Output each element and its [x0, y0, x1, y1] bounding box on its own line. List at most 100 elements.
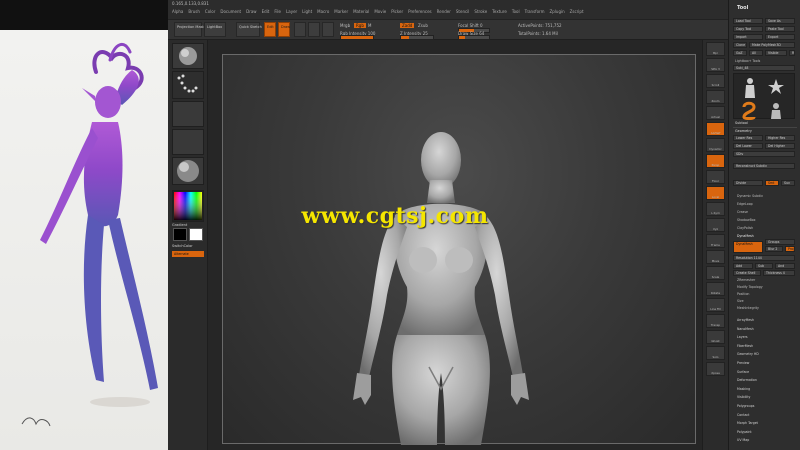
- dynamesh-button[interactable]: DynaMesh: [733, 241, 763, 253]
- current-tool-slider[interactable]: Suki_48: [733, 65, 795, 71]
- del-higher-button[interactable]: Del Higher: [765, 143, 795, 149]
- lightbox-tools-label[interactable]: Lightbox+ Tools: [735, 59, 760, 63]
- menu-picker[interactable]: Picker: [391, 9, 403, 14]
- floor-button[interactable]: Floor: [706, 170, 725, 184]
- menu-render[interactable]: Render: [437, 9, 451, 14]
- zadd-toggle[interactable]: Zadd: [400, 23, 415, 28]
- sdiv-slider[interactable]: SDiv: [733, 151, 795, 157]
- crease-section[interactable]: Crease: [737, 210, 748, 214]
- lightbox-button[interactable]: LightBox: [204, 22, 226, 37]
- nanomesh-section[interactable]: NanoMesh: [737, 325, 759, 334]
- material-selector[interactable]: [172, 157, 204, 185]
- persp-button[interactable]: Persp: [706, 154, 725, 168]
- menu-preferences[interactable]: Preferences: [408, 9, 432, 14]
- polypaint-section[interactable]: Polypaint: [737, 428, 759, 437]
- zsub-toggle[interactable]: Zsub: [418, 23, 428, 28]
- lsym-button[interactable]: L.Sym: [706, 202, 725, 216]
- groups-polish-button[interactable]: Groups: [765, 239, 795, 245]
- divide-button[interactable]: Divide: [733, 180, 763, 186]
- quick-sketch-button[interactable]: Quick Sketch: [236, 22, 262, 37]
- geometry-hd-section[interactable]: Geometry HD: [737, 350, 759, 359]
- deformation-section[interactable]: Deformation: [737, 376, 759, 385]
- copy-tool-button[interactable]: Copy Tool: [733, 26, 763, 32]
- make-polymesh-button[interactable]: Make PolyMesh3D: [749, 42, 795, 48]
- menu-movie[interactable]: Movie: [374, 9, 386, 14]
- alternate-button[interactable]: Alternate: [172, 251, 204, 257]
- menu-file[interactable]: File: [274, 9, 281, 14]
- menu-stencil[interactable]: Stencil: [456, 9, 470, 14]
- smt-toggle[interactable]: Smt: [765, 180, 779, 186]
- shadowbox-section[interactable]: ShadowBox: [737, 218, 756, 222]
- menu-document[interactable]: Document: [220, 9, 241, 14]
- suv-toggle[interactable]: Suv: [781, 180, 795, 186]
- menu-layer[interactable]: Layer: [286, 9, 297, 14]
- import-button[interactable]: Import: [733, 34, 763, 40]
- local-button[interactable]: Local: [706, 186, 725, 200]
- brush-selector[interactable]: [172, 43, 204, 69]
- size-section[interactable]: Size: [737, 299, 744, 303]
- paste-tool-button[interactable]: Paste Tool: [765, 26, 795, 32]
- menu-material[interactable]: Material: [353, 9, 369, 14]
- dynamic-button[interactable]: Dynamic: [706, 138, 725, 152]
- modify-topology-section[interactable]: Modify Topology: [737, 285, 763, 289]
- xyz-button[interactable]: Xyz: [706, 218, 725, 232]
- menu-marker[interactable]: Marker: [334, 9, 348, 14]
- uv-map-section[interactable]: UV Map: [737, 436, 759, 445]
- menu-draw[interactable]: Draw: [246, 9, 256, 14]
- visible-button[interactable]: Visible: [765, 50, 787, 56]
- menu-color[interactable]: Color: [205, 9, 215, 14]
- aahalf-button[interactable]: AAHalf: [706, 122, 725, 136]
- menu-texture[interactable]: Texture: [492, 9, 507, 14]
- m-toggle[interactable]: M: [368, 23, 371, 28]
- lower-res-button[interactable]: Lower Res: [733, 135, 763, 141]
- polygroups-section[interactable]: Polygroups: [737, 402, 759, 411]
- edgeloop-section[interactable]: EdgeLoop: [737, 202, 753, 206]
- and-button[interactable]: And: [775, 263, 795, 269]
- edit-button[interactable]: Edit: [264, 22, 276, 37]
- projection-master-button[interactable]: Projection Master: [174, 22, 207, 37]
- solo-button[interactable]: Solo: [706, 346, 725, 360]
- move-mode-button[interactable]: [294, 22, 306, 37]
- menu-stroke[interactable]: Stroke: [474, 9, 487, 14]
- claypolish-section[interactable]: ClayPolish: [737, 226, 753, 230]
- export-button[interactable]: Export: [765, 34, 795, 40]
- rotate-mode-button[interactable]: [322, 22, 334, 37]
- subtool-section[interactable]: Subtool: [735, 121, 748, 125]
- geometry-section[interactable]: Geometry: [735, 129, 752, 133]
- sculpt-canvas[interactable]: [222, 54, 696, 445]
- draw-button[interactable]: Draw: [278, 22, 290, 37]
- move-button[interactable]: Move: [706, 250, 725, 264]
- save-as-button[interactable]: Save As: [765, 18, 795, 24]
- menu-macro[interactable]: Macro: [317, 9, 329, 14]
- create-shell-button[interactable]: Create Shell: [733, 270, 761, 276]
- menu-transform[interactable]: Transform: [525, 9, 545, 14]
- menu-edit[interactable]: Edit: [262, 9, 270, 14]
- meshintegrity-section[interactable]: MeshIntegrity: [737, 306, 759, 310]
- layers-section[interactable]: Layers: [737, 333, 759, 342]
- add-button[interactable]: Add: [733, 263, 753, 269]
- menu-tool[interactable]: Tool: [512, 9, 520, 14]
- contact-section[interactable]: Contact: [737, 411, 759, 420]
- alpha-selector[interactable]: [172, 101, 204, 127]
- higher-res-button[interactable]: Higher Res: [765, 135, 795, 141]
- load-tool-button[interactable]: Load Tool: [733, 18, 763, 24]
- secondary-color-swatch[interactable]: [173, 228, 187, 241]
- actual-button[interactable]: Actual: [706, 106, 725, 120]
- zremesher-section[interactable]: ZRemesher: [737, 278, 755, 282]
- dynamic-subdiv-section[interactable]: Dynamic Subdiv: [737, 194, 763, 198]
- xpose-button[interactable]: Xpose: [706, 362, 725, 376]
- menu-alpha[interactable]: Alpha: [172, 9, 183, 14]
- spix-button[interactable]: SPix 3: [706, 58, 725, 72]
- primary-color-swatch[interactable]: [189, 228, 203, 241]
- menu-zscript[interactable]: Zscript: [570, 9, 584, 14]
- transp-button[interactable]: Transp: [706, 314, 725, 328]
- scale-mode-button[interactable]: [308, 22, 320, 37]
- fibermesh-section[interactable]: FiberMesh: [737, 342, 759, 351]
- rgb-toggle[interactable]: Rgb: [354, 23, 366, 28]
- goz-button[interactable]: GoZ: [733, 50, 747, 56]
- switch-color-label[interactable]: SwitchColor: [172, 244, 193, 248]
- color-picker[interactable]: [172, 190, 204, 222]
- clone-button[interactable]: Clone: [733, 42, 747, 48]
- bpr-button[interactable]: Bpr: [706, 42, 725, 56]
- ghost-button[interactable]: Ghost: [706, 330, 725, 344]
